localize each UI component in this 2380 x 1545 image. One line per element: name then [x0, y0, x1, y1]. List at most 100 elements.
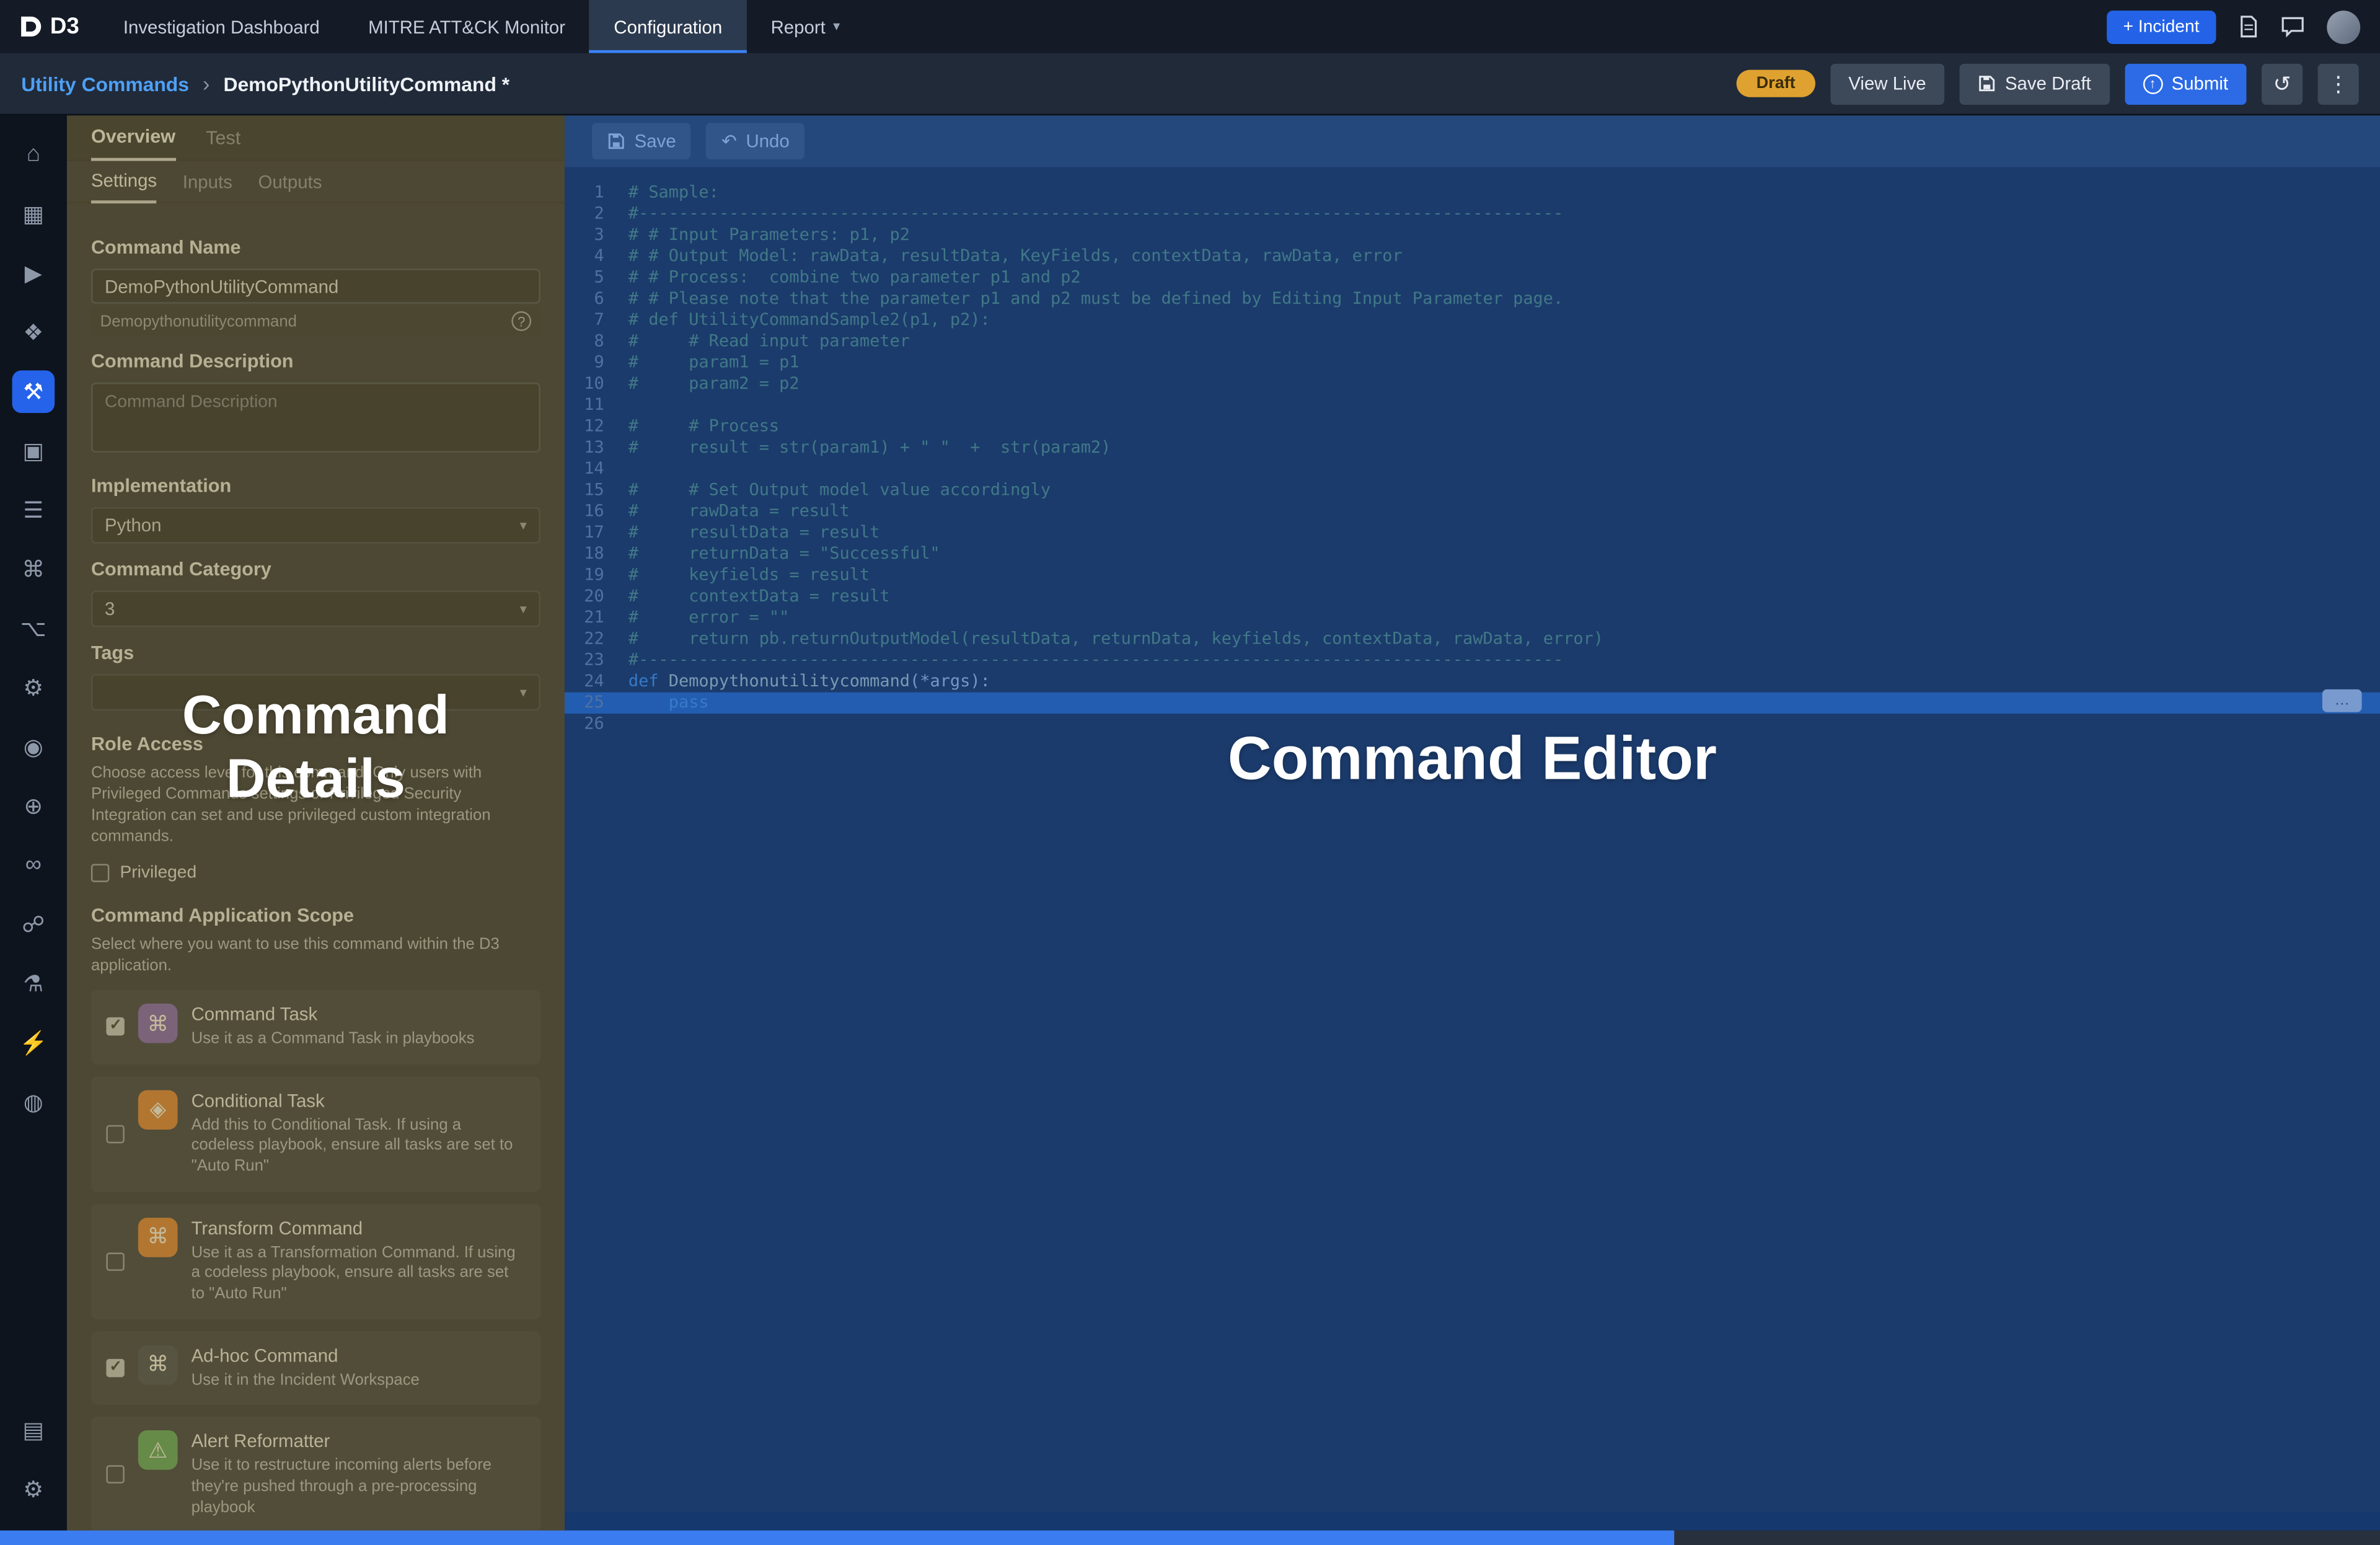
scope-option-text: Ad-hoc CommandUse it in the Incident Wor… — [192, 1345, 526, 1391]
code-line-4[interactable]: 4# # Output Model: rawData, resultData, … — [565, 246, 2380, 267]
code-line-17[interactable]: 17# resultData = result — [565, 522, 2380, 543]
line-actions-button[interactable]: … — [2322, 689, 2362, 712]
code-line-26[interactable]: 26 — [565, 714, 2380, 735]
code-line-19[interactable]: 19# keyfields = result — [565, 565, 2380, 586]
code-line-15[interactable]: 15# # Set Output model value accordingly — [565, 480, 2380, 501]
subtab-inputs[interactable]: Inputs — [183, 172, 232, 202]
tab-overview[interactable]: Overview — [91, 126, 175, 161]
command-icon[interactable]: ⌘ — [0, 539, 67, 598]
save-draft-button[interactable]: Save Draft — [1959, 63, 2109, 104]
code-line-12[interactable]: 12# # Process — [565, 416, 2380, 437]
alert-reformatter-checkbox[interactable] — [106, 1466, 124, 1484]
code-line-6[interactable]: 6# # Please note that the parameter p1 a… — [565, 288, 2380, 309]
command-name-input[interactable] — [91, 268, 540, 303]
screen: D3 Investigation DashboardMITRE ATT&CK M… — [0, 0, 2380, 1545]
scope-option-ad-hoc-command[interactable]: ⌘Ad-hoc CommandUse it in the Incident Wo… — [91, 1331, 540, 1405]
code-line-9[interactable]: 9# param1 = p1 — [565, 352, 2380, 373]
code-line-14[interactable]: 14 — [565, 459, 2380, 480]
more-menu-button[interactable]: ⋮ — [2318, 63, 2359, 104]
code-line-1[interactable]: 1# Sample: — [565, 182, 2380, 203]
scrollbar-thumb[interactable] — [0, 1531, 1674, 1545]
command-category-select[interactable]: 3 ▾ — [91, 591, 540, 627]
code-line-7[interactable]: 7# def UtilityCommandSample2(p1, p2): — [565, 310, 2380, 331]
code-text: # # Please note that the parameter p1 an… — [628, 288, 1563, 309]
submit-button[interactable]: ↑ Submit — [2125, 63, 2247, 104]
code-line-13[interactable]: 13# result = str(param1) + " " + str(par… — [565, 437, 2380, 458]
tab-test[interactable]: Test — [206, 128, 240, 159]
editor-overlay-label: Command Editor — [565, 726, 2380, 794]
code-text: pass — [628, 693, 709, 714]
scope-option-transform-command[interactable]: ⌘Transform CommandUse it as a Transforma… — [91, 1203, 540, 1319]
fingerprint-icon[interactable]: ◍ — [0, 1072, 67, 1131]
topnav-item-investigation-dashboard[interactable]: Investigation Dashboard — [99, 0, 344, 53]
code-line-24[interactable]: 24def Demopythonutilitycommand(*args): — [565, 671, 2380, 692]
code-token: # result = str(param1) + " " + str(param… — [628, 437, 1111, 457]
topnav-item-configuration[interactable]: Configuration — [589, 0, 746, 53]
editor-horizontal-scrollbar[interactable] — [565, 1512, 2380, 1530]
apps-icon[interactable]: ▣ — [0, 420, 67, 480]
lab-icon[interactable]: ⚗ — [0, 954, 67, 1013]
integrations-icon[interactable]: ❖ — [0, 302, 67, 361]
line-number: 9 — [565, 352, 619, 373]
code-line-3[interactable]: 3# # Input Parameters: p1, p2 — [565, 224, 2380, 246]
scope-option-command-task[interactable]: ⌘Command TaskUse it as a Command Task in… — [91, 990, 540, 1064]
code-line-16[interactable]: 16# rawData = result — [565, 501, 2380, 522]
chat-icon[interactable] — [2281, 16, 2304, 37]
code-line-11[interactable]: 11 — [565, 395, 2380, 416]
tags-select[interactable]: ▾ — [91, 674, 540, 711]
scope-option-conditional-task[interactable]: ◈Conditional TaskAdd this to Conditional… — [91, 1076, 540, 1192]
code-line-23[interactable]: 23#-------------------------------------… — [565, 650, 2380, 671]
code-line-18[interactable]: 18# returnData = "Successful" — [565, 544, 2380, 565]
command-task-checkbox[interactable] — [106, 1018, 124, 1036]
transform-command-checkbox[interactable] — [106, 1252, 124, 1270]
d3-logo[interactable]: D3 — [0, 14, 99, 40]
broadcast-icon[interactable]: ◉ — [0, 717, 67, 776]
topnav-item-mitre-att-ck-monitor[interactable]: MITRE ATT&CK Monitor — [344, 0, 589, 53]
breadcrumb-parent-link[interactable]: Utility Commands — [21, 72, 189, 95]
workflow-icon[interactable]: ⌥ — [0, 598, 67, 658]
code-line-10[interactable]: 10# param2 = p2 — [565, 373, 2380, 394]
new-incident-button[interactable]: + Incident — [2107, 10, 2216, 43]
code-line-5[interactable]: 5# # Process: combine two parameter p1 a… — [565, 267, 2380, 288]
history-button[interactable]: ↺ — [2262, 63, 2303, 104]
folder-icon[interactable]: ▤ — [0, 1400, 67, 1459]
scope-option-alert-reformatter[interactable]: ⚠Alert ReformatterUse it to restructure … — [91, 1417, 540, 1531]
settings-icon[interactable]: ⚙ — [0, 657, 67, 717]
code-area[interactable]: 1# Sample:2#----------------------------… — [565, 182, 2380, 735]
command-description-textarea[interactable] — [91, 383, 540, 453]
editor-undo-button[interactable]: ↶ Undo — [707, 123, 805, 159]
utility-commands-icon[interactable]: ⚒ — [0, 361, 67, 421]
code-line-20[interactable]: 20# contextData = result — [565, 586, 2380, 607]
user-avatar[interactable] — [2327, 10, 2360, 43]
globe-icon[interactable]: ⊕ — [0, 776, 67, 835]
view-live-button[interactable]: View Live — [1830, 63, 1944, 104]
page-horizontal-scrollbar[interactable] — [0, 1531, 2380, 1545]
code-token — [628, 693, 669, 712]
implementation-select[interactable]: Python ▾ — [91, 507, 540, 544]
document-icon[interactable] — [2239, 15, 2259, 38]
editor-save-button[interactable]: Save — [592, 123, 691, 159]
code-line-8[interactable]: 8# # Read input parameter — [565, 331, 2380, 352]
privileged-checkbox[interactable] — [91, 865, 109, 883]
home-icon[interactable]: ⌂ — [0, 125, 67, 184]
topnav-item-report[interactable]: Report▾ — [746, 0, 864, 53]
help-icon[interactable]: ? — [511, 311, 531, 331]
code-line-25[interactable]: 25 pass — [565, 693, 2380, 714]
code-text: # result = str(param1) + " " + str(param… — [628, 437, 1111, 458]
code-text: # return pb.returnOutputModel(resultData… — [628, 629, 1603, 650]
code-line-22[interactable]: 22# return pb.returnOutputModel(resultDa… — [565, 629, 2380, 650]
conditional-task-checkbox[interactable] — [106, 1125, 124, 1143]
link-icon[interactable]: ☍ — [0, 894, 67, 954]
automation-icon[interactable]: ⚡ — [0, 1012, 67, 1072]
code-token: # # Output Model: rawData, resultData, K… — [628, 246, 1403, 266]
ad-hoc-command-checkbox[interactable] — [106, 1359, 124, 1377]
calendar-icon[interactable]: ▦ — [0, 184, 67, 243]
subtab-settings[interactable]: Settings — [91, 170, 157, 203]
data-stack-icon[interactable]: ☰ — [0, 480, 67, 539]
gear-icon[interactable]: ⚙ — [0, 1459, 67, 1518]
code-line-21[interactable]: 21# error = "" — [565, 608, 2380, 629]
subtab-outputs[interactable]: Outputs — [258, 172, 322, 202]
code-line-2[interactable]: 2#--------------------------------------… — [565, 203, 2380, 224]
playbook-icon[interactable]: ▶ — [0, 243, 67, 303]
binoculars-icon[interactable]: ∞ — [0, 835, 67, 895]
